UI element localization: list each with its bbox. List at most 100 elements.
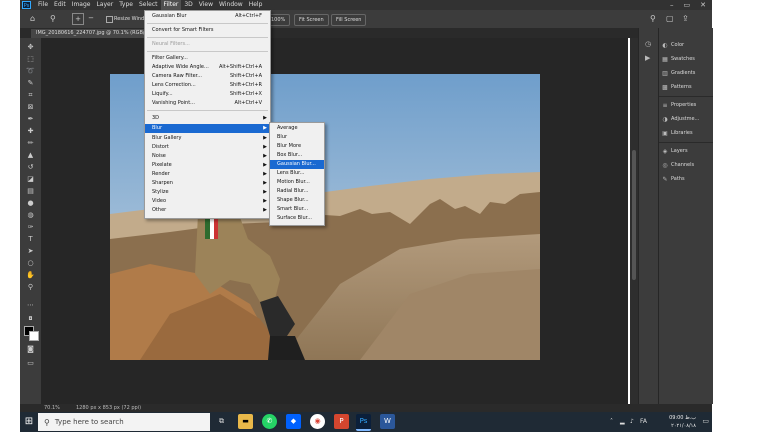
marquee-tool-icon[interactable]: ⬚ (25, 54, 36, 64)
workspace-icon[interactable]: ▢ (666, 14, 674, 23)
menu-3d[interactable]: 3D (181, 0, 195, 10)
dodge-tool-icon[interactable]: ◍ (25, 210, 36, 220)
submenu-item-radial-blur[interactable]: Radial Blur... (270, 187, 324, 196)
menu-item-vanishing-point[interactable]: Vanishing Point... Alt+Ctrl+V (145, 99, 270, 108)
close-icon[interactable]: ✕ (700, 1, 706, 9)
fill-screen-button[interactable]: Fill Screen (331, 14, 367, 26)
quick-select-tool-icon[interactable]: ✎ (25, 78, 36, 88)
powerpoint-icon[interactable]: P (334, 414, 349, 429)
frame-tool-icon[interactable]: ⊠ (25, 102, 36, 112)
menu-item-convert-smart-filters[interactable]: Convert for Smart Filters (145, 26, 270, 35)
background-color-swatch[interactable] (29, 331, 39, 341)
menu-item-video[interactable]: Video ▶ (145, 197, 270, 206)
zoom-tool-icon[interactable]: ⚲ (50, 14, 56, 23)
menu-layer[interactable]: Layer (93, 0, 116, 10)
menu-item-render[interactable]: Render ▶ (145, 170, 270, 179)
menu-item-sharpen[interactable]: Sharpen ▶ (145, 179, 270, 188)
panel-paths[interactable]: ✎ Paths (662, 174, 684, 184)
brush-tool-icon[interactable]: ✏ (25, 138, 36, 148)
network-icon[interactable]: ▂ (620, 418, 625, 425)
panel-libraries[interactable]: ▣ Libraries (662, 128, 692, 138)
screen-mode-icon[interactable]: ▭ (25, 358, 36, 368)
panel-channels[interactable]: ◎ Channels (662, 160, 694, 170)
panel-adjustments[interactable]: ◑ Adjustme... (662, 114, 699, 124)
zoom-in-icon[interactable]: + (72, 13, 84, 25)
clock-time[interactable]: 09:00 ب.ظ (669, 415, 696, 421)
dropbox-icon[interactable]: ◆ (286, 414, 301, 429)
menu-item-camera-raw[interactable]: Camera Raw Filter... Shift+Ctrl+A (145, 72, 270, 81)
stamp-tool-icon[interactable]: ▲ (25, 150, 36, 160)
submenu-item-motion-blur[interactable]: Motion Blur... (270, 178, 324, 187)
history-brush-tool-icon[interactable]: ↺ (25, 162, 36, 172)
menu-help[interactable]: Help (246, 0, 266, 10)
menu-item-lens-correction[interactable]: Lens Correction... Shift+Ctrl+R (145, 81, 270, 90)
menu-item-liquify[interactable]: Liquify... Shift+Ctrl+X (145, 90, 270, 99)
eyedropper-tool-icon[interactable]: ✒ (25, 114, 36, 124)
word-icon[interactable]: W (380, 414, 395, 429)
quick-mask-icon[interactable]: ◙ (25, 344, 36, 354)
pen-tool-icon[interactable]: ✑ (25, 222, 36, 232)
windows-start-icon[interactable]: ⊞ (20, 412, 38, 432)
menu-filter[interactable]: Filter (160, 0, 182, 10)
home-icon[interactable]: ⌂ (30, 14, 35, 23)
menu-view[interactable]: View (196, 0, 216, 10)
path-select-tool-icon[interactable]: ➤ (25, 246, 36, 256)
menu-item-blur-gallery[interactable]: Blur Gallery ▶ (145, 134, 270, 143)
menu-item-filter-gallery[interactable]: Filter Gallery... (145, 54, 270, 63)
tray-chevron-icon[interactable]: ˄ (610, 418, 613, 425)
submenu-item-blur[interactable]: Blur (270, 133, 324, 142)
submenu-item-surface-blur[interactable]: Surface Blur... (270, 214, 324, 223)
taskbar-search[interactable]: ⚲ Type here to search (38, 413, 210, 431)
menu-edit[interactable]: Edit (51, 0, 69, 10)
document-tab[interactable]: IMG_20180616_224707.jpg @ 70.1% (RGB/8) (31, 29, 155, 38)
menu-file[interactable]: File (35, 0, 51, 10)
menu-item-adaptive-wide-angle[interactable]: Adaptive Wide Angle... Alt+Shift+Ctrl+A (145, 63, 270, 72)
clock-date[interactable]: ۲۰۲۱/۰۸/۱۸ (671, 423, 696, 429)
move-tool-icon[interactable]: ✥ (25, 42, 36, 52)
whatsapp-icon[interactable]: ✆ (262, 414, 277, 429)
panel-gradients[interactable]: ▥ Gradients (662, 68, 695, 78)
menu-image[interactable]: Image (69, 0, 94, 10)
maximize-icon[interactable]: ▭ (684, 1, 691, 9)
menu-item-pixelate[interactable]: Pixelate ▶ (145, 161, 270, 170)
menu-item-stylize[interactable]: Stylize ▶ (145, 188, 270, 197)
menu-item-3d[interactable]: 3D ▶ (145, 114, 270, 123)
shape-tool-icon[interactable]: ○ (25, 258, 36, 268)
zoom-level[interactable]: 70.1% (44, 404, 60, 412)
menu-select[interactable]: Select (136, 0, 161, 10)
submenu-item-gaussian-blur[interactable]: Gaussian Blur... (270, 160, 324, 169)
gradient-tool-icon[interactable]: ▤ (25, 186, 36, 196)
panel-layers[interactable]: ◈ Layers (662, 146, 688, 156)
photoshop-taskbar-icon[interactable]: Ps (356, 414, 371, 431)
share-icon[interactable]: ⇪ (682, 14, 689, 23)
menu-window[interactable]: Window (216, 0, 246, 10)
submenu-item-average[interactable]: Average (270, 124, 324, 133)
menu-item-distort[interactable]: Distort ▶ (145, 143, 270, 152)
panel-patterns[interactable]: ▩ Patterns (662, 82, 691, 92)
default-colors-icon[interactable]: ◘ (25, 314, 36, 324)
menu-type[interactable]: Type (116, 0, 136, 10)
notifications-icon[interactable]: ▭ (702, 417, 709, 425)
submenu-item-shape-blur[interactable]: Shape Blur... (270, 196, 324, 205)
panel-color[interactable]: ◐ Color (662, 40, 684, 50)
healing-brush-tool-icon[interactable]: ✚ (25, 126, 36, 136)
submenu-item-smart-blur[interactable]: Smart Blur... (270, 205, 324, 214)
submenu-item-lens-blur[interactable]: Lens Blur... (270, 169, 324, 178)
eraser-tool-icon[interactable]: ◪ (25, 174, 36, 184)
menu-item-noise[interactable]: Noise ▶ (145, 152, 270, 161)
hand-tool-icon[interactable]: ✋ (25, 270, 36, 280)
submenu-item-box-blur[interactable]: Box Blur... (270, 151, 324, 160)
crop-tool-icon[interactable]: ⌗ (25, 90, 36, 100)
menu-item-blur[interactable]: Blur ▶ (145, 124, 270, 133)
vertical-scrollbar-thumb[interactable] (632, 150, 636, 280)
type-tool-icon[interactable]: T (25, 234, 36, 244)
panel-swatches[interactable]: ▦ Swatches (662, 54, 695, 64)
chrome-icon[interactable]: ◉ (310, 414, 325, 429)
edit-toolbar-icon[interactable]: ⋯ (25, 300, 36, 310)
zoom-out-icon[interactable]: − (86, 13, 96, 23)
search-icon[interactable]: ⚲ (650, 14, 656, 23)
panel-properties[interactable]: ≡ Properties (662, 100, 696, 110)
task-view-icon[interactable]: ⧉ (214, 414, 229, 429)
minimize-icon[interactable]: – (670, 1, 674, 9)
menu-item-other[interactable]: Other ▶ (145, 206, 270, 215)
